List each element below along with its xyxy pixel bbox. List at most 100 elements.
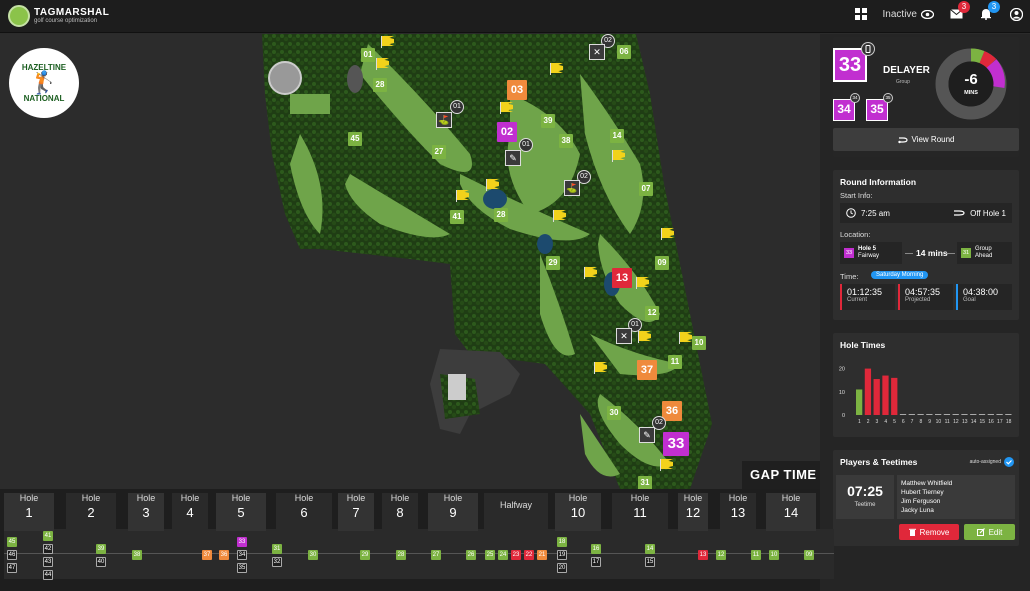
time-tag[interactable]: Saturday Morning <box>871 271 929 279</box>
timeline-group[interactable]: 43 <box>43 557 53 567</box>
group-marker[interactable]: 39 <box>541 114 555 128</box>
hole-header-5[interactable]: Hole 5 <box>216 493 266 531</box>
hole-flag-icon[interactable] <box>376 58 392 70</box>
group-marker[interactable]: 11 <box>668 355 682 369</box>
hole-flag-icon[interactable] <box>550 63 566 75</box>
hole-header-7[interactable]: Hole 7 <box>338 493 374 531</box>
timeline-group[interactable]: 09 <box>804 550 814 560</box>
timeline-group[interactable]: 12 <box>716 550 726 560</box>
group-marker[interactable]: 31 <box>638 476 652 489</box>
hole-header-12[interactable]: Hole 12 <box>678 493 708 531</box>
hole-header-4[interactable]: Hole 4 <box>172 493 208 531</box>
mail-button[interactable]: 3 <box>948 1 970 22</box>
hole-header-3[interactable]: Hole 3 <box>128 493 164 531</box>
group-marker[interactable]: 37 <box>637 360 657 380</box>
group-marker[interactable]: 01 <box>361 48 375 62</box>
hole-time-bar[interactable] <box>891 377 898 415</box>
hole-time-bar[interactable] <box>873 379 880 415</box>
timeline-group[interactable]: 36 <box>219 550 229 560</box>
grid-menu-icon[interactable] <box>853 6 869 22</box>
timeline-group[interactable]: 22 <box>524 550 534 560</box>
timeline-group[interactable]: 26 <box>466 550 476 560</box>
timeline-group[interactable]: 13 <box>698 550 708 560</box>
group-marker[interactable]: 36 <box>662 401 682 421</box>
hole-flag-icon[interactable] <box>594 362 610 374</box>
timeline-group[interactable]: 34 <box>237 550 247 560</box>
timeline-group[interactable]: 42 <box>43 544 53 554</box>
group-marker[interactable]: 29 <box>546 256 560 270</box>
timeline-group[interactable]: 28 <box>396 550 406 560</box>
hole-header-14[interactable]: Hole 14 <box>766 493 816 531</box>
golfer-marker-icon[interactable]: ⛳ <box>564 180 580 196</box>
timeline-group[interactable]: 27 <box>431 550 441 560</box>
hole-header-8[interactable]: Hole 8 <box>382 493 418 531</box>
hole-flag-icon[interactable] <box>679 332 695 344</box>
timeline-group[interactable]: 24 <box>498 550 508 560</box>
selected-group-marker[interactable]: 33 <box>663 432 689 456</box>
group-marker[interactable]: 07 <box>639 182 653 196</box>
timeline-group[interactable]: 14 <box>645 544 655 554</box>
hole-flag-icon[interactable] <box>636 277 652 289</box>
restaurant-icon[interactable]: ✕ <box>616 328 632 344</box>
group-marker[interactable]: 38 <box>559 134 573 148</box>
group-marker[interactable]: 14 <box>610 129 624 143</box>
hole-flag-icon[interactable] <box>553 210 569 222</box>
check-icon[interactable] <box>1004 457 1014 467</box>
timeline-group[interactable]: 11 <box>751 550 761 560</box>
group-marker[interactable]: 03 <box>507 80 527 100</box>
timeline-group[interactable]: 38 <box>132 550 142 560</box>
notifications-button[interactable]: 3 <box>978 1 1000 22</box>
group-count-marker[interactable]: 01 <box>519 138 533 152</box>
hole-header-6[interactable]: Hole 6 <box>276 493 332 531</box>
hole-header-10[interactable]: Hole 10 <box>555 493 601 531</box>
group-marker[interactable]: 41 <box>450 210 464 224</box>
timeline-group[interactable]: 25 <box>485 550 495 560</box>
group-marker[interactable]: 12 <box>645 306 659 320</box>
course-map[interactable]: HAZELTINE 🏌 NATIONAL 01 06 28 45 27 41 2… <box>0 34 820 489</box>
hole-flag-icon[interactable] <box>456 190 472 202</box>
hole-flag-icon[interactable] <box>500 102 516 114</box>
golfer-marker-icon[interactable]: ⛳ <box>436 112 452 128</box>
timeline-group[interactable]: 29 <box>360 550 370 560</box>
hole-header-11[interactable]: Hole 11 <box>612 493 668 531</box>
timeline-group[interactable]: 47 <box>7 563 17 573</box>
timeline-group[interactable]: 18 <box>557 537 567 547</box>
edit-button[interactable]: Edit <box>964 524 1015 540</box>
hole-header-9[interactable]: Hole 9 <box>428 493 478 531</box>
hole-header-1[interactable]: Hole 1 <box>4 493 54 531</box>
timeline-group[interactable]: 20 <box>557 563 567 573</box>
timeline-group[interactable]: 30 <box>308 550 318 560</box>
scorecard-icon[interactable]: ✎ <box>505 150 521 166</box>
timeline-group[interactable]: 41 <box>43 531 53 541</box>
timeline-group[interactable]: 40 <box>96 557 106 567</box>
restaurant-icon[interactable]: ✕ <box>589 44 605 60</box>
view-round-button[interactable]: View Round <box>833 128 1019 151</box>
group-marker[interactable]: 13 <box>612 268 632 288</box>
hole-time-bar[interactable] <box>856 389 863 415</box>
hole-flag-icon[interactable] <box>638 331 654 343</box>
hole-header-13[interactable]: Hole 13 <box>720 493 756 531</box>
timeline-group[interactable]: 19 <box>557 550 567 560</box>
hole-flag-icon[interactable] <box>584 267 600 279</box>
timeline-group[interactable]: 35 <box>237 563 247 573</box>
tagmarshal-logo[interactable]: TAGMARSHAL golf course optimization <box>8 5 109 27</box>
timeline-group[interactable]: 21 <box>537 550 547 560</box>
scorecard-icon[interactable]: ✎ <box>639 427 655 443</box>
remove-button[interactable]: Remove <box>899 524 959 540</box>
timeline-group[interactable]: 33 <box>237 537 247 547</box>
timeline-group[interactable]: 10 <box>769 550 779 560</box>
hole-flag-icon[interactable] <box>612 150 628 162</box>
hole-time-bar[interactable] <box>882 375 889 415</box>
timeline-group[interactable]: 46 <box>7 550 17 560</box>
group-marker[interactable]: 45 <box>348 132 362 146</box>
timeline-group[interactable]: 39 <box>96 544 106 554</box>
hole-flag-icon[interactable] <box>486 179 502 191</box>
status-toggle[interactable]: Inactive <box>883 9 934 20</box>
timeline-group[interactable]: 17 <box>591 557 601 567</box>
halfway-header[interactable]: Halfway <box>484 493 548 531</box>
group-marker[interactable]: 02 <box>497 122 517 142</box>
timeline-group[interactable]: 37 <box>202 550 212 560</box>
group-marker[interactable]: 30 <box>607 406 621 420</box>
timeline-group[interactable]: 16 <box>591 544 601 554</box>
timeline-group[interactable]: 15 <box>645 557 655 567</box>
